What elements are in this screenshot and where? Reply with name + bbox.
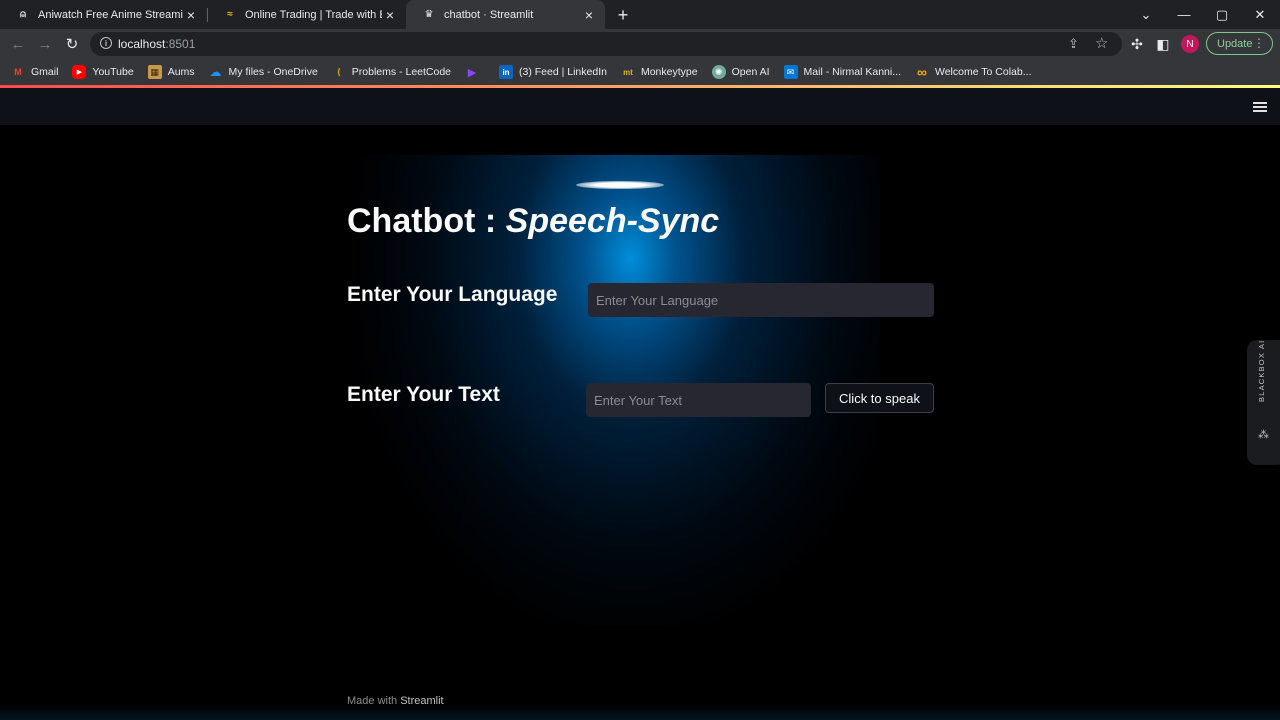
aniwatch-icon: ⍝	[20, 9, 26, 20]
text-label: Enter Your Text	[347, 383, 500, 406]
bookmark-gmail[interactable]: M Gmail	[11, 65, 58, 79]
update-label: Update	[1217, 37, 1253, 50]
tab-chatbot-streamlit[interactable]: ♛ chatbot · Streamlit ×	[406, 0, 605, 29]
tab-exness[interactable]: ≈ Online Trading | Trade with Exness ×	[207, 0, 406, 29]
leetcode-icon: ⟨	[336, 66, 341, 77]
close-window-icon[interactable]: ✕	[1241, 0, 1279, 29]
bookmark-linkedin[interactable]: in (3) Feed | LinkedIn	[499, 65, 607, 79]
bookmark-openai[interactable]: ✺ Open AI	[711, 65, 770, 79]
close-tab-icon[interactable]: ×	[382, 7, 398, 23]
bookmark-purple-play[interactable]: ▶	[465, 65, 485, 79]
side-panel-icon[interactable]: ◧	[1152, 33, 1174, 55]
extensions-puzzle-icon[interactable]: ✣	[1126, 33, 1148, 55]
url-port: :8501	[165, 37, 196, 51]
address-bar[interactable]: i localhost:8501 ⇪ ☆	[90, 32, 1122, 56]
bookmark-label: Welcome To Colab...	[935, 66, 1032, 78]
blackbox-ai-label: BLACKBOX AI	[1257, 339, 1266, 402]
site-info-icon[interactable]: i	[100, 37, 112, 49]
bookmark-outlook[interactable]: ✉ Mail - Nirmal Kanni...	[783, 65, 901, 79]
text-input[interactable]	[586, 383, 811, 417]
aums-icon: ▦	[147, 65, 162, 79]
click-to-speak-button[interactable]: Click to speak	[825, 383, 934, 413]
streamlit-icon: ♛	[424, 9, 434, 20]
tab-title: chatbot · Streamlit	[444, 8, 534, 21]
update-button[interactable]: Update ⋮	[1206, 32, 1273, 55]
bookmark-onedrive[interactable]: ☁ My files - OneDrive	[209, 65, 318, 79]
tab-title: Online Trading | Trade with Exness	[245, 8, 382, 21]
blackbox-ai-widget[interactable]: BLACKBOX AI ⁂	[1247, 340, 1280, 465]
colab-icon: ∞	[917, 64, 927, 80]
tab-strip: ⍝ Aniwatch Free Anime Streaming × ≈ Onli…	[0, 0, 1280, 29]
bookmark-label: My files - OneDrive	[228, 66, 318, 78]
bookmark-youtube[interactable]: ▶ YouTube	[72, 65, 134, 79]
bookmark-label: Aums	[167, 66, 195, 78]
streamlit-link[interactable]: Streamlit	[400, 695, 443, 707]
streamlit-page: Chatbot : Speech-Sync Enter Your Languag…	[0, 85, 1280, 720]
bottom-glow	[0, 705, 1280, 720]
app-header	[0, 88, 1280, 125]
tab-aniwatch[interactable]: ⍝ Aniwatch Free Anime Streaming ×	[0, 0, 207, 29]
onedrive-icon: ☁	[209, 65, 222, 79]
browser-toolbar: ← → ↻ i localhost:8501 ⇪ ☆ ✣ ◧ N Update …	[0, 29, 1280, 59]
new-tab-button[interactable]: +	[612, 4, 634, 26]
bookmark-aums[interactable]: ▦ Aums	[147, 65, 195, 79]
close-tab-icon[interactable]: ×	[183, 7, 199, 23]
bookmark-label: Open AI	[731, 66, 770, 78]
tab-title: Aniwatch Free Anime Streaming	[38, 8, 183, 21]
purple-play-icon: ▶	[467, 66, 477, 79]
minimize-icon[interactable]: —	[1165, 0, 1203, 29]
close-tab-icon[interactable]: ×	[581, 7, 597, 23]
page-title: Chatbot : Speech-Sync	[347, 202, 719, 241]
bookmark-label: Monkeytype	[640, 66, 698, 78]
footer-made-with: Made with Streamlit	[347, 695, 444, 707]
spotlight-lamp	[576, 181, 664, 189]
reload-icon[interactable]: ↻	[60, 32, 84, 56]
language-label: Enter Your Language	[347, 283, 558, 306]
linkedin-icon: in	[499, 65, 514, 79]
tab-search-chevron-icon[interactable]: ⌄	[1127, 0, 1165, 29]
bookmark-monkeytype[interactable]: mt Monkeytype	[621, 65, 698, 79]
bookmark-star-icon[interactable]: ☆	[1095, 34, 1108, 52]
forward-arrow-icon[interactable]: →	[33, 32, 57, 56]
maximize-icon[interactable]: ▢	[1203, 0, 1241, 29]
openai-icon: ✺	[711, 65, 726, 79]
exness-icon: ≈	[227, 9, 233, 20]
title-italic: Speech-Sync	[505, 202, 720, 240]
kebab-menu-icon[interactable]: ⋮	[1253, 36, 1265, 50]
url-text: localhost:8501	[118, 37, 195, 51]
outlook-icon: ✉	[783, 65, 798, 79]
back-arrow-icon[interactable]: ←	[6, 32, 30, 56]
share-icon[interactable]: ⇪	[1068, 36, 1079, 52]
title-plain: Chatbot :	[347, 202, 506, 240]
bookmark-label: (3) Feed | LinkedIn	[519, 66, 607, 78]
youtube-icon: ▶	[72, 65, 87, 79]
profile-avatar[interactable]: N	[1181, 35, 1199, 53]
bookmark-label: Problems - LeetCode	[351, 66, 452, 78]
url-host: localhost	[118, 37, 166, 51]
bookmark-colab[interactable]: ∞ Welcome To Colab...	[915, 64, 1032, 80]
language-input[interactable]	[588, 283, 934, 317]
monkeytype-icon: mt	[623, 67, 633, 77]
bookmark-label: Mail - Nirmal Kanni...	[803, 66, 901, 78]
bookmark-leetcode[interactable]: ⟨ Problems - LeetCode	[332, 65, 451, 79]
blackbox-logo-icon: ⁂	[1258, 429, 1269, 441]
hamburger-menu-icon[interactable]	[1253, 102, 1267, 112]
gmail-icon: M	[14, 67, 22, 77]
footer-prefix: Made with	[347, 695, 401, 707]
bookmark-label: Gmail	[31, 66, 59, 78]
bookmarks-bar: M Gmail ▶ YouTube ▦ Aums ☁ My files - OneDri…	[0, 59, 1280, 85]
bookmark-label: YouTube	[92, 66, 134, 78]
